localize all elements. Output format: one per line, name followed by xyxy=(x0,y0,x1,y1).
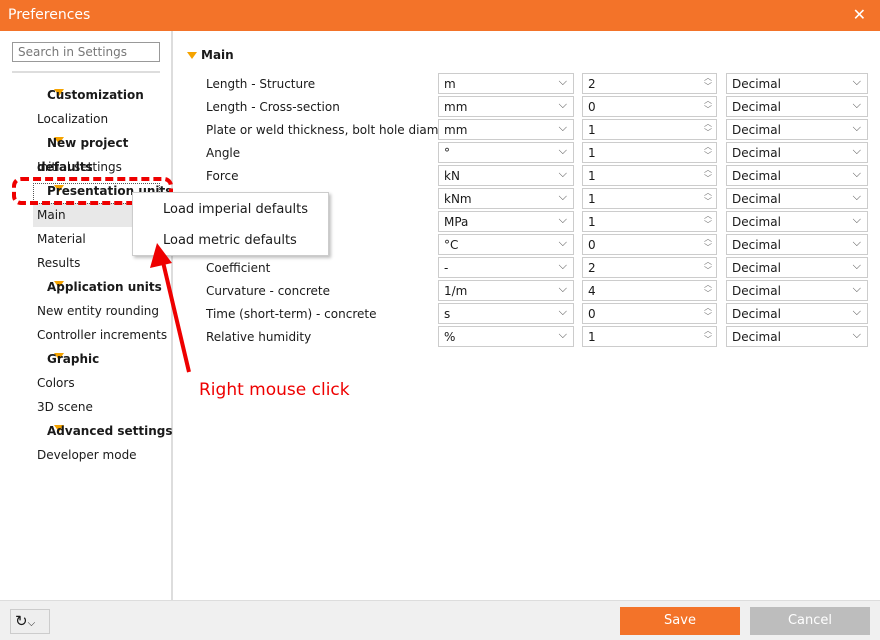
arrow-head xyxy=(150,243,172,268)
arrow-shaft xyxy=(161,261,191,373)
annotation-arrow xyxy=(150,243,191,373)
annotation-text: Right mouse click xyxy=(199,380,350,400)
